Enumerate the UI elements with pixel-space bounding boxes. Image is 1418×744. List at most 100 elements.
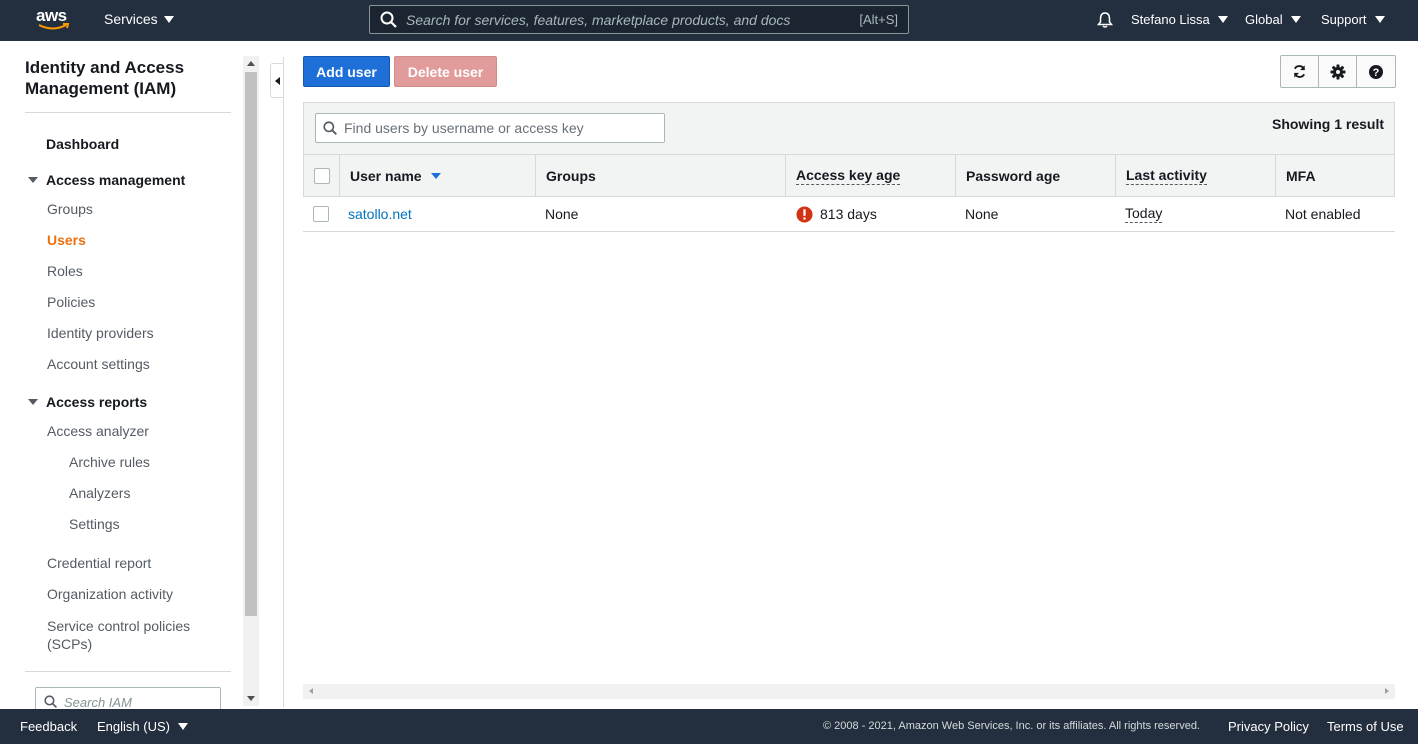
column-mfa[interactable]: MFA	[1275, 155, 1394, 196]
scrollbar-thumb[interactable]	[245, 72, 257, 616]
language-selector[interactable]: English (US)	[97, 719, 188, 734]
row-select-cell	[313, 197, 329, 231]
scroll-left-icon[interactable]	[309, 688, 313, 694]
sidebar-item-settings[interactable]: Settings	[69, 516, 120, 532]
column-label: User name	[350, 167, 422, 184]
magnifier-icon	[323, 120, 337, 135]
divider	[25, 112, 231, 113]
column-label: Last activity	[1126, 166, 1207, 185]
copyright: © 2008 - 2021, Amazon Web Services, Inc.…	[823, 720, 1200, 732]
section-label: Access management	[46, 172, 186, 188]
sidebar-item-archive-rules[interactable]: Archive rules	[69, 454, 150, 470]
mfa-cell: Not enabled	[1285, 206, 1361, 222]
last-activity-cell[interactable]: Today	[1125, 197, 1163, 231]
privacy-policy-link[interactable]: Privacy Policy	[1228, 719, 1309, 734]
sidebar-item-policies[interactable]: Policies	[47, 294, 95, 310]
terms-of-use-link[interactable]: Terms of Use	[1327, 719, 1404, 734]
caret-left-icon	[275, 77, 280, 85]
scroll-up-icon[interactable]	[247, 61, 255, 66]
svg-text:?: ?	[1373, 67, 1380, 79]
column-last-activity[interactable]: Last activity	[1115, 155, 1275, 196]
sidebar-item-identity-providers[interactable]: Identity providers	[47, 325, 154, 341]
feedback-link[interactable]: Feedback	[20, 719, 77, 734]
table-header: User name Groups Access key age Password…	[303, 154, 1395, 197]
region-label: Global	[1245, 12, 1283, 27]
delete-user-button[interactable]: Delete user	[394, 56, 497, 87]
iam-search-input[interactable]	[64, 694, 214, 709]
sidebar-item-roles[interactable]: Roles	[47, 263, 83, 279]
sidebar-scrollbar[interactable]	[243, 56, 259, 706]
refresh-button[interactable]	[1281, 56, 1319, 87]
table-row[interactable]: satollo.net None 813 days None Today Not…	[303, 197, 1395, 232]
section-access-reports[interactable]: Access reports	[28, 394, 147, 410]
sort-desc-icon[interactable]	[430, 172, 441, 179]
sidebar-item-account-settings[interactable]: Account settings	[47, 356, 150, 372]
top-navigation: aws Services [Alt+S] Stefano Lissa Globa…	[0, 0, 1418, 41]
help-button[interactable]: ?	[1357, 56, 1395, 87]
caret-down-icon	[1374, 16, 1385, 23]
sidebar: Identity and Access Management (IAM) Das…	[0, 41, 243, 709]
select-all-checkbox[interactable]	[314, 167, 330, 184]
sidebar-item-groups[interactable]: Groups	[47, 201, 93, 217]
gear-icon	[1330, 64, 1345, 79]
column-access-key-age[interactable]: Access key age	[785, 155, 955, 196]
table-horizontal-scrollbar[interactable]	[303, 684, 1395, 699]
sidebar-item-dashboard[interactable]: Dashboard	[46, 136, 119, 152]
error-icon	[796, 205, 813, 223]
sidebar-item-access-analyzer[interactable]: Access analyzer	[47, 423, 149, 439]
sidebar-item-organization-activity[interactable]: Organization activity	[47, 586, 173, 602]
column-password-age[interactable]: Password age	[955, 155, 1115, 196]
caret-down-icon	[163, 15, 174, 23]
support-menu[interactable]: Support	[1321, 12, 1385, 27]
column-user-name[interactable]: User name	[339, 155, 535, 196]
last-activity-value: Today	[1125, 205, 1163, 223]
aws-logo[interactable]: aws	[36, 7, 72, 33]
column-label: Access key age	[796, 166, 901, 185]
iam-search[interactable]	[35, 687, 221, 709]
column-groups[interactable]: Groups	[535, 155, 785, 196]
user-menu[interactable]: Stefano Lissa	[1131, 12, 1228, 27]
refresh-icon	[1293, 65, 1306, 78]
column-label: Groups	[546, 167, 596, 184]
user-name-link[interactable]: satollo.net	[348, 197, 412, 231]
magnifier-icon	[380, 11, 397, 28]
smile-arrow-icon	[38, 23, 70, 30]
global-search[interactable]: [Alt+S]	[369, 5, 909, 34]
sidebar-item-analyzers[interactable]: Analyzers	[69, 485, 130, 501]
access-key-age-cell: 813 days	[796, 197, 877, 231]
global-search-input[interactable]	[406, 11, 860, 28]
help-icon: ?	[1369, 64, 1383, 79]
region-menu[interactable]: Global	[1245, 12, 1301, 27]
bell-icon[interactable]	[1096, 11, 1114, 29]
groups-cell: None	[545, 206, 579, 222]
services-label: Services	[104, 11, 158, 27]
select-all-cell	[304, 155, 339, 196]
search-shortcut: [Alt+S]	[859, 12, 898, 27]
scroll-right-icon[interactable]	[1385, 688, 1389, 694]
row-checkbox[interactable]	[313, 206, 329, 222]
service-title[interactable]: Identity and Access Management (IAM)	[25, 57, 225, 99]
settings-button[interactable]	[1319, 56, 1357, 87]
caret-down-icon	[28, 177, 38, 183]
sidebar-item-users[interactable]: Users	[47, 232, 86, 248]
add-user-button[interactable]: Add user	[303, 56, 390, 87]
sidebar-item-credential-report[interactable]: Credential report	[47, 555, 151, 571]
language-label: English (US)	[97, 719, 170, 734]
sidebar-item-scps[interactable]: Service control policies (SCPs)	[47, 617, 217, 653]
scroll-down-icon[interactable]	[247, 696, 255, 701]
divider	[283, 57, 284, 707]
caret-down-icon	[28, 399, 38, 405]
services-menu[interactable]: Services	[104, 11, 174, 27]
section-label: Access reports	[46, 394, 148, 410]
caret-down-icon	[1290, 16, 1301, 23]
section-access-management[interactable]: Access management	[28, 172, 185, 188]
collapse-sidebar-button[interactable]	[270, 63, 284, 98]
aws-logo-text: aws	[36, 6, 67, 25]
column-label: Password age	[966, 167, 1061, 184]
table-toolbar: Showing 1 result	[303, 102, 1395, 154]
table-actions: ?	[1280, 55, 1396, 88]
user-search-input[interactable]	[344, 120, 644, 136]
access-key-age-value: 813 days	[820, 206, 877, 222]
user-search[interactable]	[315, 113, 665, 143]
result-count: Showing 1 result	[1271, 116, 1384, 132]
